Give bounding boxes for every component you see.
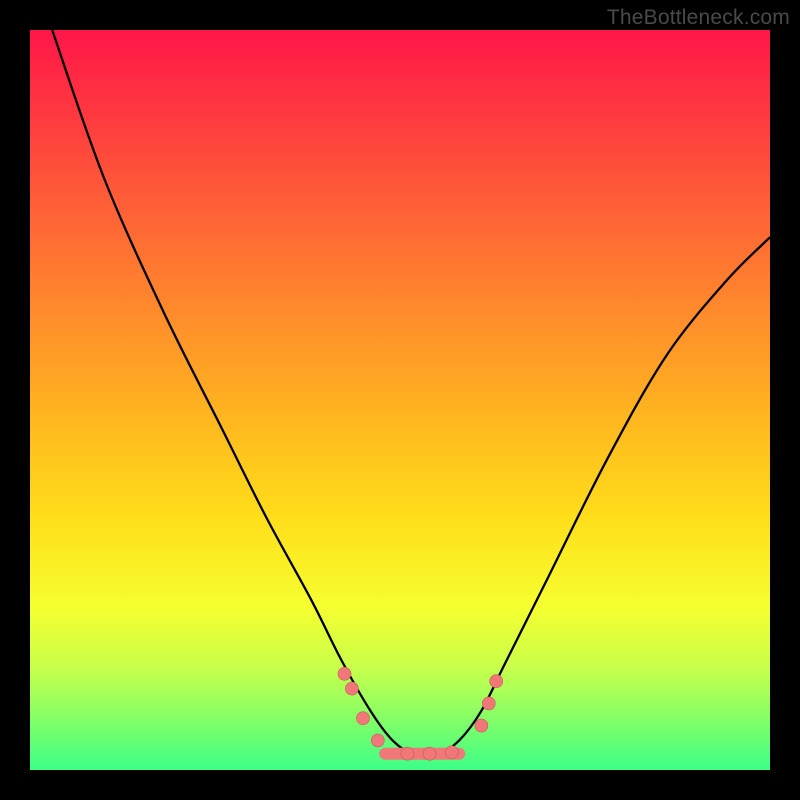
curve-marker-dot bbox=[357, 712, 370, 725]
curve-marker-dot bbox=[423, 747, 436, 760]
watermark-text: TheBottleneck.com bbox=[607, 6, 790, 30]
curve-marker-dot bbox=[338, 667, 351, 680]
curve-marker-dot bbox=[490, 675, 503, 688]
curve-marker-dot bbox=[345, 682, 358, 695]
curve-layer bbox=[30, 30, 770, 770]
curve-marker-dot bbox=[475, 719, 488, 732]
curve-markers bbox=[338, 667, 503, 760]
curve-marker-dot bbox=[401, 747, 414, 760]
chart-frame: TheBottleneck.com bbox=[0, 0, 800, 800]
curve-marker-dot bbox=[482, 697, 495, 710]
plot-area bbox=[30, 30, 770, 770]
bottleneck-curve bbox=[52, 30, 770, 757]
curve-marker-dot bbox=[445, 746, 458, 759]
curve-marker-dot bbox=[371, 734, 384, 747]
